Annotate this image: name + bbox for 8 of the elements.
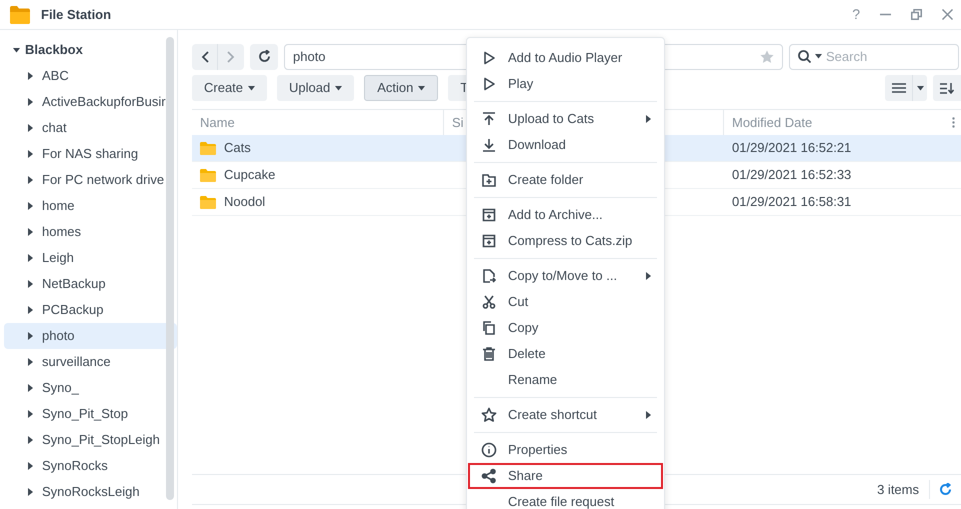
file-name: Noodol bbox=[224, 193, 266, 212]
modified-date: 01/29/2021 16:58:31 bbox=[731, 193, 852, 212]
file-name: Cats bbox=[224, 139, 251, 158]
modified-date: 01/29/2021 16:52:33 bbox=[731, 166, 852, 184]
item-count: 3 items bbox=[877, 480, 930, 500]
file-name: Cupcake bbox=[224, 166, 276, 184]
window-title: File Station bbox=[41, 6, 112, 24]
modified-date: 01/29/2021 16:52:21 bbox=[731, 139, 852, 158]
